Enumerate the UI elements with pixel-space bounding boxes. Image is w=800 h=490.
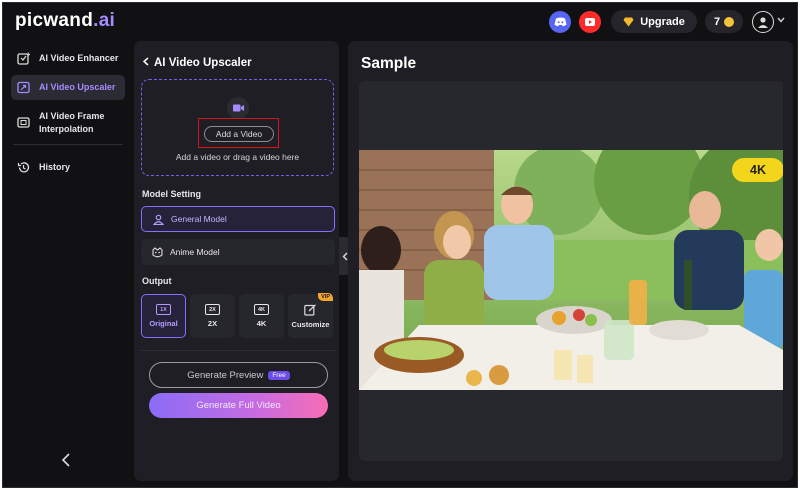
sample-video-frame[interactable] — [359, 150, 783, 390]
sidebar-item-label: AI Video Frame Interpolation — [39, 111, 105, 134]
user-avatar-icon[interactable] — [752, 11, 774, 33]
output-option-label: Original — [149, 319, 178, 328]
upload-hint: Add a video or drag a video here — [175, 152, 300, 162]
anime-face-icon — [152, 246, 163, 257]
edit-icon — [304, 303, 316, 316]
back-arrow-icon — [142, 57, 149, 66]
model-setting-label: Model Setting — [142, 189, 201, 199]
video-enhance-icon — [17, 52, 30, 65]
discord-icon[interactable] — [549, 11, 571, 33]
scale-4k-icon: 4K — [254, 304, 269, 315]
anime-model-option[interactable]: Anime Model — [141, 239, 335, 265]
panel-divider — [141, 350, 335, 351]
resolution-badge: 4K — [732, 158, 783, 182]
panel-title[interactable]: AI Video Upscaler — [142, 57, 252, 69]
output-option-label: 2X — [207, 319, 218, 328]
upgrade-button[interactable]: Upgrade — [611, 10, 697, 33]
free-badge: Free — [268, 370, 290, 380]
video-upscale-icon — [17, 81, 30, 94]
add-video-button[interactable]: Add a Video — [204, 126, 274, 142]
sidebar-item-frame-interpolation[interactable]: AI Video Frame Interpolation — [11, 104, 125, 142]
chevron-down-icon[interactable] — [777, 15, 785, 25]
sidebar-collapse-button[interactable] — [61, 453, 71, 472]
sidebar-item-history[interactable]: History — [11, 155, 125, 180]
credits-counter[interactable]: 7 — [705, 10, 743, 33]
upgrade-label: Upgrade — [640, 15, 685, 28]
scale-2x-icon: 2X — [205, 304, 220, 315]
output-option-4k[interactable]: 4K 4K — [239, 294, 284, 338]
output-option-customize[interactable]: VIP Customize — [288, 293, 333, 338]
upload-dropzone[interactable]: Add a Video Add a video or drag a video … — [141, 79, 334, 176]
sidebar: AI Video Enhancer AI Video Upscaler AI V… — [3, 41, 131, 487]
sidebar-divider — [13, 144, 123, 145]
scale-1x-icon: 1X — [156, 304, 171, 315]
output-option-label: Customize — [291, 319, 330, 329]
video-camera-icon — [227, 97, 249, 119]
sidebar-item-label: AI Video Enhancer — [39, 53, 119, 63]
model-label: General Model — [171, 214, 227, 224]
output-option-original[interactable]: 1X Original — [141, 294, 186, 338]
model-label: Anime Model — [170, 247, 220, 257]
sidebar-item-label: History — [39, 162, 71, 172]
output-label: Output — [142, 276, 172, 286]
coin-icon — [724, 16, 735, 27]
user-model-icon — [153, 214, 164, 225]
sidebar-item-label: AI Video Upscaler — [39, 82, 116, 92]
generate-full-video-button[interactable]: Generate Full Video — [149, 393, 328, 418]
vip-badge: VIP — [318, 293, 333, 301]
chevron-left-icon — [61, 453, 70, 467]
sidebar-item-video-upscaler[interactable]: AI Video Upscaler — [11, 75, 125, 100]
sample-title: Sample — [361, 55, 417, 72]
frame-interpolation-icon — [17, 117, 30, 128]
sidebar-item-video-enhancer[interactable]: AI Video Enhancer — [11, 46, 125, 71]
credits-count: 7 — [713, 15, 721, 28]
output-option-label: 4K — [256, 319, 267, 328]
panel-title-text: AI Video Upscaler — [154, 57, 252, 69]
app-window: picwand.ai Upgrade 7 AI Video Enhancer A… — [2, 2, 798, 488]
youtube-icon[interactable] — [579, 11, 601, 33]
general-model-option[interactable]: General Model — [141, 206, 335, 232]
sample-panel: Sample 4K — [348, 41, 793, 481]
top-bar: picwand.ai Upgrade 7 — [3, 3, 797, 41]
settings-panel: AI Video Upscaler Add a Video Add a vide… — [134, 41, 339, 481]
history-icon — [17, 162, 30, 173]
generate-preview-button[interactable]: Generate Preview Free — [149, 362, 328, 388]
brand-logo[interactable]: picwand.ai — [15, 10, 115, 32]
generate-preview-label: Generate Preview — [187, 369, 264, 381]
sample-viewer: 4K — [359, 81, 783, 461]
output-option-2x[interactable]: 2X 2X — [190, 294, 235, 338]
diamond-icon — [623, 17, 634, 26]
